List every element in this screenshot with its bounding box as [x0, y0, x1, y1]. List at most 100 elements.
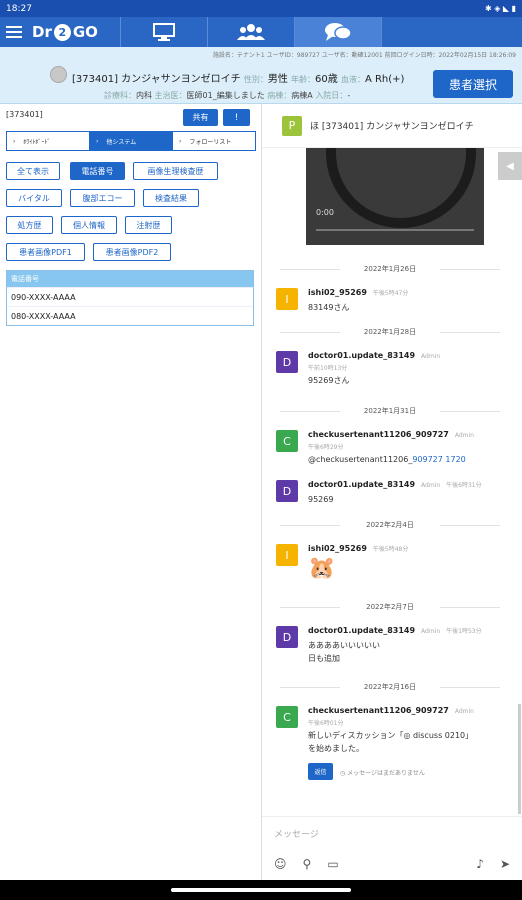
- user-avatar[interactable]: C: [276, 430, 298, 452]
- message-author: checkusertenant11206_909727 Admin: [308, 706, 474, 715]
- chip-test-results[interactable]: 検査結果: [143, 189, 199, 207]
- message-text: 83149さん: [308, 303, 350, 312]
- chat-scrollbar[interactable]: [518, 704, 521, 814]
- chip-imaging-history[interactable]: 画像生理検査歴: [133, 162, 218, 180]
- message-text: ああああいいいいい: [308, 641, 380, 650]
- chip-personal-info[interactable]: 個人情報: [61, 216, 117, 234]
- system-nav-bar: [0, 880, 522, 900]
- message-text: 95269: [308, 495, 334, 504]
- users-icon: [237, 24, 265, 40]
- message-text: 95269さん: [308, 376, 350, 385]
- chip-injection[interactable]: 注射歴: [125, 216, 172, 234]
- status-right-icons: ✱ ◈ ◣ ▮: [484, 4, 516, 13]
- patient-id-name: [373401] カンジャサンヨンゼロイチ: [72, 74, 241, 85]
- chat-pane: P ほ [373401] カンジャサンヨンゼロイチ 0:00 ◀ 2022年1月…: [262, 104, 522, 880]
- message-text: 新しいディスカッション「◎ discuss 0210」: [308, 731, 474, 740]
- segment-control: › ﾎﾜｲﾄﾎﾞｰﾄﾞ › 他システム › フォローリスト: [6, 131, 256, 151]
- message-text: @checkusertenant11206_909727 1720: [308, 455, 466, 464]
- play-icon: [326, 148, 476, 228]
- video-player[interactable]: 0:00: [306, 148, 484, 245]
- session-meta: 施設名：テナント1 ユーザID：989727 ユーザ名：動確12001 前回ログ…: [212, 52, 516, 59]
- chip-vital[interactable]: バイタル: [6, 189, 62, 207]
- message-time: 午前10時13分: [308, 365, 348, 372]
- date-divider: 2022年2月4日: [280, 520, 500, 530]
- video-progress[interactable]: [316, 229, 474, 231]
- chip-phone[interactable]: 電話番号: [70, 162, 125, 180]
- tab-monitor[interactable]: [120, 17, 207, 47]
- chip-pdf1[interactable]: 患者画像PDF1: [6, 243, 85, 261]
- tab-chat[interactable]: [294, 17, 381, 47]
- composer-toolbar: ☺ ⚲ ▭ ♪ ➤: [274, 857, 510, 871]
- message-author: doctor01.update_83149 Admin: [308, 351, 441, 360]
- chip-abdominal-echo[interactable]: 腹部エコー: [70, 189, 135, 207]
- date-divider: 2022年1月28日: [280, 327, 500, 337]
- message-time: 午後6時01分: [308, 720, 344, 727]
- chip-show-all[interactable]: 全て表示: [6, 162, 60, 180]
- chip-pdf2[interactable]: 患者画像PDF2: [93, 243, 171, 261]
- message-author: doctor01.update_83149 Admin 午後6時31分: [308, 480, 482, 489]
- thread-title: ほ [373401] カンジャサンヨンゼロイチ: [310, 122, 474, 132]
- patient-name-line: [373401] カンジャサンヨンゼロイチ 性別：男性 年齢：60歳 血液：A …: [72, 74, 405, 85]
- user-avatar[interactable]: I: [276, 544, 298, 566]
- segment-whiteboard[interactable]: › ﾎﾜｲﾄﾎﾞｰﾄﾞ: [7, 132, 89, 150]
- video-time: 0:00: [316, 208, 334, 217]
- status-bar: 18:27 ✱ ◈ ◣ ▮: [0, 0, 522, 17]
- message-composer: メッセージ ☺ ⚲ ▭ ♪ ➤: [262, 816, 522, 880]
- video-call-icon[interactable]: ▭: [327, 857, 338, 871]
- chevron-right-icon: ›: [13, 137, 16, 145]
- message-text: 日も追加: [308, 654, 340, 663]
- monitor-icon: [153, 23, 175, 41]
- app-logo: Dr 2 GO: [32, 23, 98, 41]
- menu-icon[interactable]: [0, 17, 28, 47]
- patient-avatar-icon: [50, 66, 67, 83]
- message-author: doctor01.update_83149 Admin 午後1時53分: [308, 626, 482, 635]
- message-author: ishi02_95269 午後5時47分: [308, 288, 409, 297]
- tab-extra[interactable]: [381, 17, 468, 47]
- message-author: ishi02_95269 午後5時48分: [308, 544, 409, 553]
- message-author: checkusertenant11206_909727 Admin: [308, 430, 474, 439]
- emoji-icon[interactable]: ☺: [274, 857, 287, 871]
- home-gesture-bar[interactable]: [171, 888, 351, 892]
- patient-select-button[interactable]: 患者選択: [433, 70, 513, 98]
- share-button[interactable]: 共有: [183, 109, 218, 126]
- patient-detail-line: 診療科：内科 主治医：医師01_編集しました 病棟：病棟A 入院日：-: [104, 91, 351, 100]
- thread-header: P ほ [373401] カンジャサンヨンゼロイチ: [262, 104, 522, 148]
- user-avatar[interactable]: D: [276, 351, 298, 373]
- patient-id-label: [373401]: [6, 110, 43, 119]
- tab-users[interactable]: [207, 17, 294, 47]
- user-avatar[interactable]: D: [276, 480, 298, 502]
- mention-link[interactable]: 909727 1720: [412, 455, 465, 464]
- message-input[interactable]: メッセージ: [274, 827, 319, 840]
- status-time: 18:27: [6, 3, 32, 14]
- phone-row: 080-XXXX-AAAA: [7, 306, 253, 325]
- chat-icon: [325, 23, 352, 41]
- collapse-panel-button[interactable]: ◀: [498, 152, 522, 180]
- message-text: を始めました。: [308, 744, 364, 753]
- left-pane: [373401] 共有 ! › ﾎﾜｲﾄﾎﾞｰﾄﾞ › 他システム › フォローリスト…: [0, 104, 262, 880]
- microphone-icon[interactable]: ♪: [476, 857, 484, 871]
- date-divider: 2022年1月26日: [280, 264, 500, 274]
- segment-other-system[interactable]: › 他システム: [89, 132, 172, 150]
- phone-row: 090-XXXX-AAAA: [7, 287, 253, 306]
- phone-table: 電話番号 090-XXXX-AAAA 080-XXXX-AAAA: [6, 270, 254, 326]
- info-button[interactable]: !: [223, 109, 250, 126]
- chevron-left-icon: ◀: [506, 160, 514, 172]
- reply-button[interactable]: 返信: [308, 763, 333, 780]
- no-replies-text: ◷ メッセージはまだありません: [340, 770, 425, 777]
- user-avatar[interactable]: C: [276, 706, 298, 728]
- user-avatar[interactable]: D: [276, 626, 298, 648]
- message-time: 午後6時29分: [308, 444, 344, 451]
- chevron-right-icon: ›: [96, 137, 99, 145]
- date-divider: 2022年1月31日: [280, 406, 500, 416]
- phone-table-header: 電話番号: [7, 271, 253, 287]
- app-bar: Dr 2 GO: [0, 17, 522, 47]
- chevron-right-icon: ›: [179, 137, 182, 145]
- chip-prescription[interactable]: 処方歴: [6, 216, 53, 234]
- segment-follow-list[interactable]: › フォローリスト: [172, 132, 255, 150]
- attach-icon[interactable]: ⚲: [303, 857, 312, 871]
- thread-avatar: P: [282, 115, 302, 136]
- send-icon[interactable]: ➤: [500, 857, 510, 871]
- hamster-sticker: 🐹: [308, 556, 336, 581]
- user-avatar[interactable]: I: [276, 288, 298, 310]
- date-divider: 2022年2月7日: [280, 602, 500, 612]
